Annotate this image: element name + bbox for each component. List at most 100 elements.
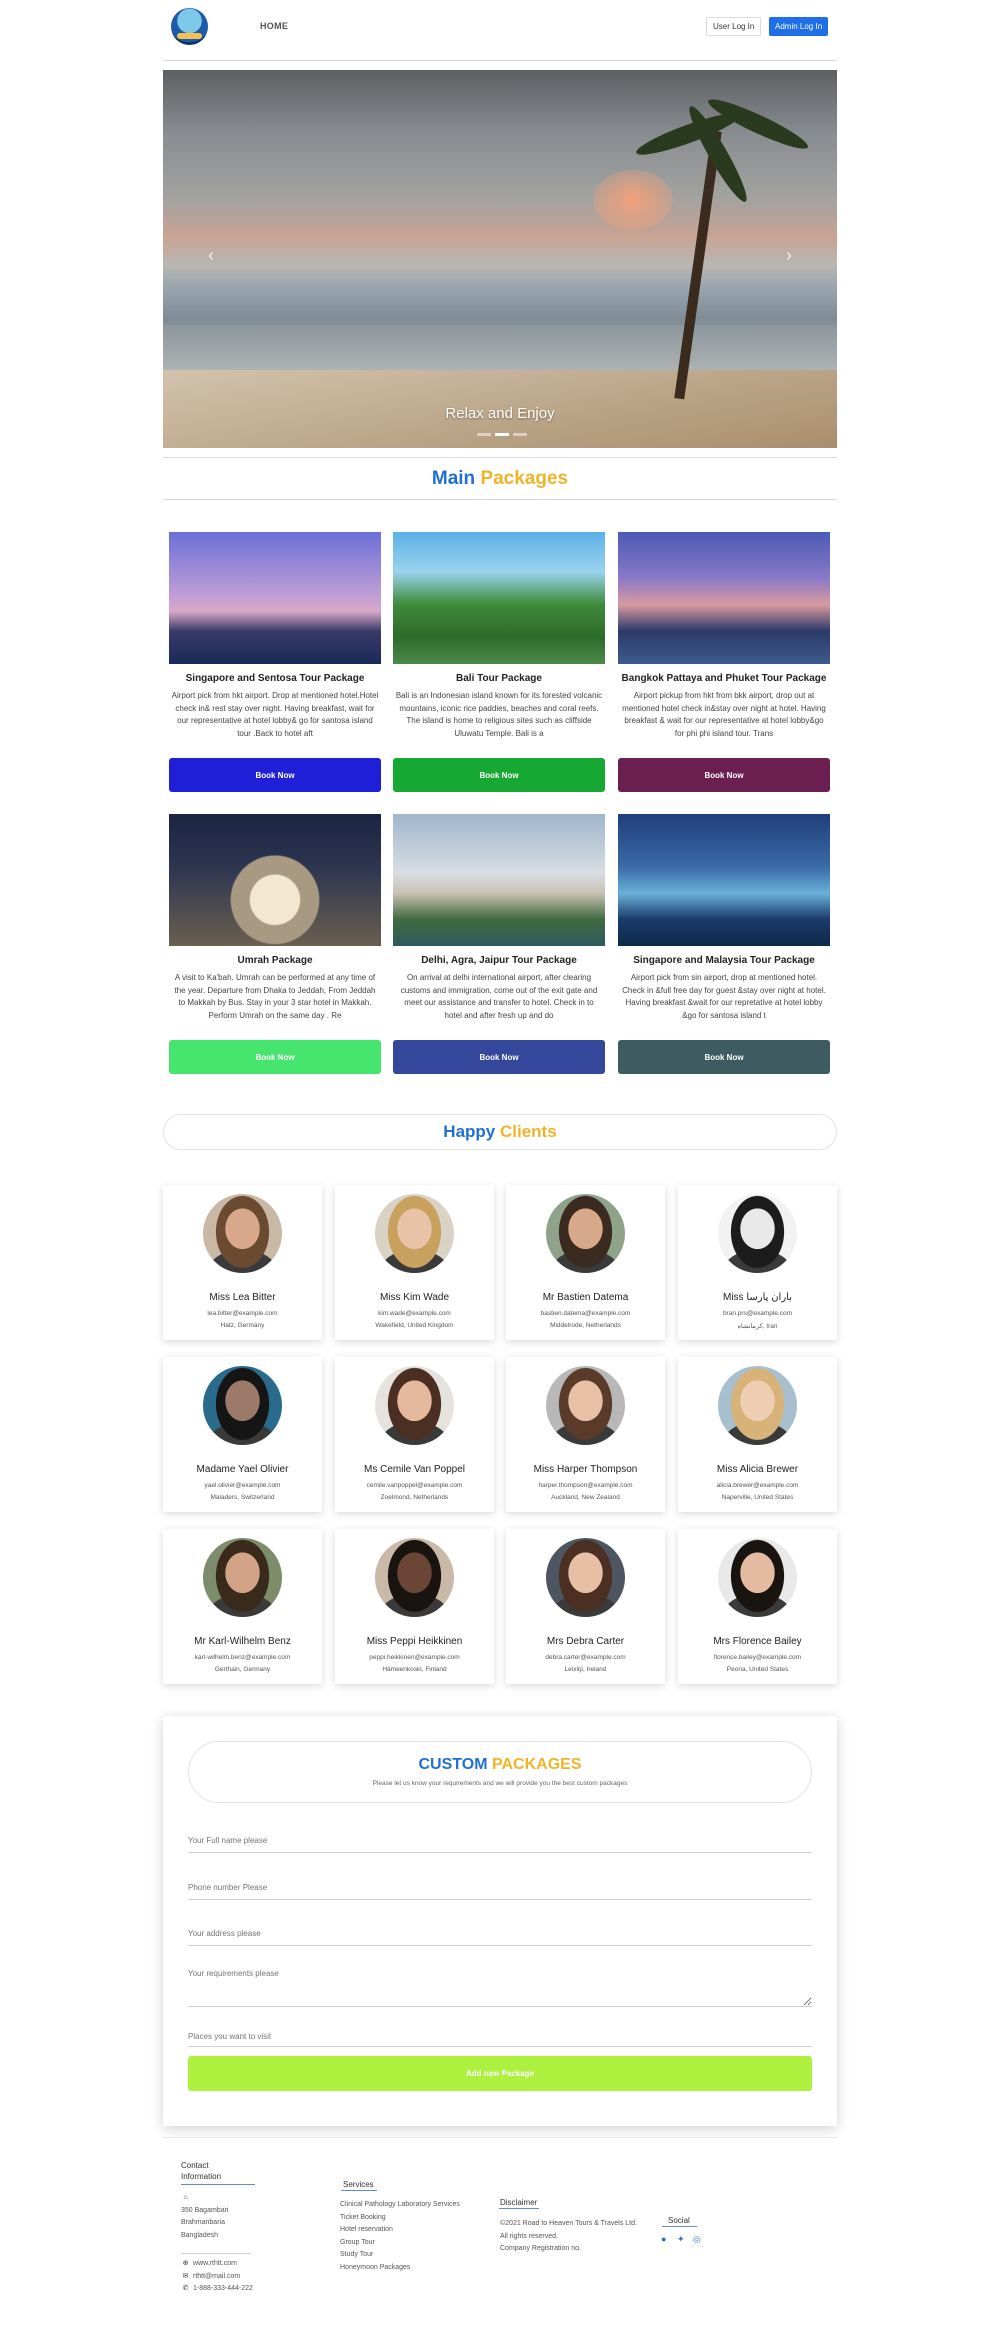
client-location: Maladers, Switzerland <box>210 1494 275 1501</box>
service-link[interactable]: Hotel reservation <box>340 2224 460 2237</box>
disclaimer-text: ©2021 Road to Heaven Tours & Travels Ltd… <box>500 2218 637 2256</box>
client-email: bastien.datema@example.com <box>540 1310 631 1317</box>
client-avatar <box>203 1538 282 1617</box>
client-avatar <box>718 1366 797 1445</box>
contact-address: ⌂ 350 Bagambari Brahmanbaria Bangladesh <box>181 2192 228 2242</box>
facebook-icon[interactable]: ● <box>661 2234 666 2244</box>
title-part: Main <box>431 468 476 489</box>
home-icon: ⌂ <box>183 2194 188 2201</box>
client-email: yael.olivier@example.com <box>204 1482 281 1489</box>
client-email: kim.wade@example.com <box>378 1310 451 1317</box>
carousel-next-icon[interactable]: › <box>786 245 792 266</box>
client-name: Miss Lea Bitter <box>209 1292 276 1303</box>
client-location: Gerthain, Germany <box>214 1666 271 1673</box>
client-location: Hämeenkoski, Finland <box>382 1666 447 1673</box>
disclaimer-line: ©2021 Road to Heaven Tours & Travels Ltd… <box>500 2220 637 2227</box>
client-avatar <box>375 1194 454 1273</box>
hero-sunset-glow <box>593 170 673 230</box>
client-name: Miss Alicia Brewer <box>716 1464 799 1475</box>
disclaimer-line: Company Registration no. <box>500 2245 581 2252</box>
package-name: Bali Tour Package <box>456 673 542 684</box>
client-card: Miss Kim Wade kim.wade@example.com Wakefie… <box>335 1185 494 1340</box>
client-card: Miss Harper Thompson harper.thompson@exam… <box>506 1357 665 1512</box>
nav-home-link[interactable]: HOME <box>260 21 288 31</box>
footer-divider <box>163 2137 837 2138</box>
carousel-indicator[interactable] <box>477 433 491 436</box>
package-image <box>169 814 381 946</box>
client-card: Miss Peppi Heikkinen peppi.heikkinen@exam… <box>335 1529 494 1684</box>
email-link[interactable]: rthtt@mail.com <box>193 2273 240 2280</box>
client-location: Hatz, Germany <box>220 1322 265 1329</box>
client-location: Middelrode, Netherlands <box>550 1322 621 1329</box>
client-location: کرمانشاه, Iran <box>737 1323 778 1330</box>
carousel-indicator[interactable] <box>513 433 527 436</box>
instagram-icon[interactable]: ◎ <box>693 2234 701 2245</box>
places-input[interactable] <box>188 2027 812 2047</box>
envelope-icon: ✉ <box>182 2272 189 2280</box>
book-now-button[interactable]: Book Now <box>169 758 381 792</box>
package-card: Umrah Package A visit to Ka'bah. Umrah ca… <box>169 814 381 1074</box>
social-heading: Social <box>668 2216 690 2225</box>
book-now-button[interactable]: Book Now <box>618 1040 830 1074</box>
requirements-textarea[interactable] <box>188 1969 812 2007</box>
client-name: Mr Karl-Wilhelm Benz <box>194 1636 291 1647</box>
book-now-button[interactable]: Book Now <box>393 758 605 792</box>
package-name: Umrah Package <box>237 955 313 966</box>
add-package-button[interactable]: Add new Package <box>188 2056 812 2091</box>
client-card: Miss Alicia Brewer alicia.brewer@example.… <box>678 1357 837 1512</box>
section-divider <box>163 457 837 458</box>
website-link[interactable]: www.rthtt.com <box>193 2260 237 2267</box>
service-link[interactable]: Study Tour <box>340 2249 460 2262</box>
admin-login-button[interactable]: Admin Log In <box>769 17 829 36</box>
service-link[interactable]: Group Tour <box>340 2237 460 2250</box>
book-now-button[interactable]: Book Now <box>169 1040 381 1074</box>
package-image <box>169 532 381 664</box>
twitter-icon[interactable]: ✦ <box>677 2234 685 2245</box>
disclaimer-line: All rights reserved. <box>500 2232 558 2240</box>
contact-heading: Contact Information <box>181 2160 221 2182</box>
package-description: Airport pick from hkt airport. Drop at m… <box>171 691 379 738</box>
package-name: Singapore and Sentosa Tour Package <box>185 673 365 684</box>
client-name: Miss Kim Wade <box>379 1292 450 1303</box>
package-card: Bangkok Pattaya and Phuket Tour Package A… <box>618 532 830 792</box>
top-navbar: HOME User Log In Admin Log In <box>163 0 837 52</box>
carousel-prev-icon[interactable]: ‹ <box>208 245 214 266</box>
hero-carousel[interactable]: ‹ › Relax and Enjoy <box>163 70 837 448</box>
service-link[interactable]: Ticket Booking <box>340 2212 460 2225</box>
carousel-indicator-active[interactable] <box>495 433 509 436</box>
full-name-input[interactable] <box>188 1829 812 1853</box>
services-heading: Services <box>343 2180 374 2189</box>
services-list: Clinical Pathology Laboratory Services T… <box>340 2199 460 2274</box>
service-link[interactable]: Clinical Pathology Laboratory Services <box>340 2199 460 2212</box>
title-part: CUSTOM <box>418 1756 488 1773</box>
client-email: peppi.heikkinen@example.com <box>369 1654 460 1661</box>
custom-package-form: CUSTOM PACKAGES Please let us know your … <box>163 1716 837 2126</box>
site-logo[interactable] <box>171 8 208 45</box>
client-name: Miss Harper Thompson <box>533 1464 638 1475</box>
section-divider <box>163 499 837 500</box>
package-card: Singapore and Malaysia Tour Package Airpo… <box>618 814 830 1074</box>
client-avatar <box>718 1538 797 1617</box>
client-location: Wakefield, United Kingdom <box>375 1322 454 1329</box>
client-card: Miss باران پارسا bran.prs@example.com کرما… <box>678 1185 837 1340</box>
form-subtitle: Please let us know your requirements and… <box>372 1780 628 1787</box>
book-now-button[interactable]: Book Now <box>393 1040 605 1074</box>
address-input[interactable] <box>188 1922 812 1946</box>
package-description: Bali is an Indonesian island known for i… <box>395 691 603 738</box>
nav-divider <box>163 60 837 61</box>
title-part: Clients <box>500 1122 557 1141</box>
package-card: Delhi, Agra, Jaipur Tour Package On arriv… <box>393 814 605 1074</box>
client-card: Ms Cemile Van Poppel cemile.vanpoppel@exa… <box>335 1357 494 1512</box>
book-now-button[interactable]: Book Now <box>618 758 830 792</box>
carousel-indicators[interactable] <box>477 433 527 436</box>
client-avatar <box>546 1538 625 1617</box>
globe-icon: ⊕ <box>182 2260 189 2267</box>
user-login-button[interactable]: User Log In <box>706 17 762 36</box>
service-link[interactable]: Honeymoon Packages <box>340 2262 460 2275</box>
client-avatar <box>203 1366 282 1445</box>
package-description: Airport pick from sin airport, drop at m… <box>622 973 826 1020</box>
phone-number[interactable]: 1-888-333-444-222 <box>193 2285 253 2292</box>
client-email: alicia.brewer@example.com <box>716 1482 799 1489</box>
client-location: Peoria, United States <box>726 1666 789 1673</box>
phone-input[interactable] <box>188 1876 812 1900</box>
